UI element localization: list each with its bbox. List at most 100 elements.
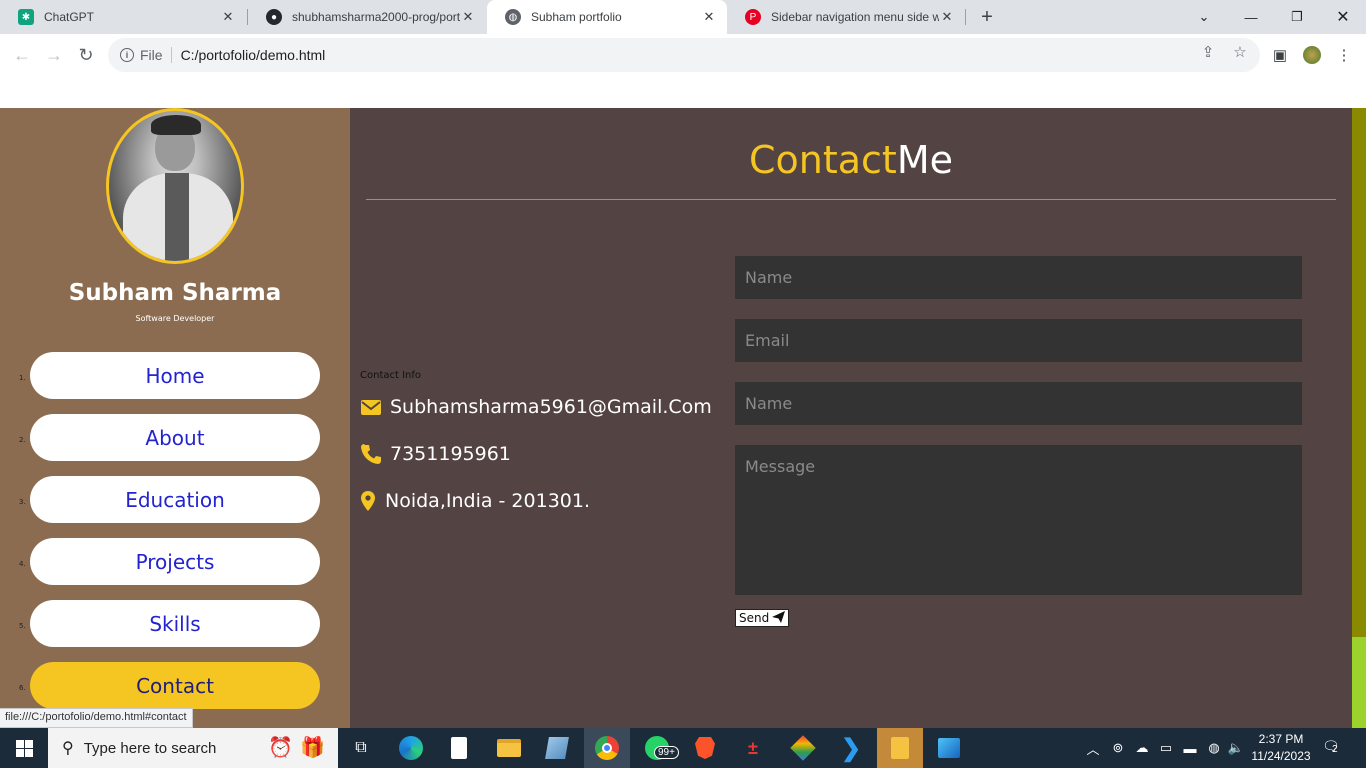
profile-avatar[interactable] bbox=[1302, 45, 1322, 65]
close-icon[interactable]: ✕ bbox=[939, 9, 955, 25]
taskbar-clock[interactable]: 2:37 PM 11/24/2023 bbox=[1248, 731, 1314, 765]
plus-minus-icon: ± bbox=[748, 737, 758, 758]
display-icon[interactable]: ▭ bbox=[1156, 728, 1176, 768]
taskbar-whatsapp[interactable]: 99+ bbox=[634, 728, 680, 768]
forward-button[interactable]: → bbox=[42, 43, 66, 67]
taskbar-git[interactable] bbox=[780, 728, 826, 768]
notification-count: 2 bbox=[1332, 744, 1338, 755]
email-input[interactable]: Email bbox=[735, 319, 1302, 362]
profile-photo bbox=[106, 108, 244, 264]
close-window-button[interactable]: ✕ bbox=[1320, 0, 1366, 34]
send-button[interactable]: Send bbox=[735, 609, 790, 627]
cloud-off-icon[interactable]: ☁ bbox=[1132, 728, 1152, 768]
share-icon[interactable]: ⇪ bbox=[1198, 42, 1218, 62]
nav-number: 3. bbox=[19, 498, 26, 506]
back-button[interactable]: ← bbox=[10, 43, 34, 67]
network-globe-icon[interactable]: ◍ bbox=[1204, 728, 1224, 768]
clock-date: 11/24/2023 bbox=[1251, 749, 1311, 763]
restore-button[interactable]: ❐ bbox=[1274, 0, 1320, 34]
taskbar-file-explorer[interactable] bbox=[486, 728, 532, 768]
taskbar-vscode[interactable]: ❯ bbox=[828, 728, 874, 768]
battery-icon[interactable]: ▬ bbox=[1180, 728, 1200, 768]
taskbar-app-active[interactable] bbox=[877, 728, 923, 768]
taskbar-photos[interactable] bbox=[926, 728, 972, 768]
meet-now-icon[interactable]: ⊚ bbox=[1108, 728, 1128, 768]
close-icon[interactable]: ✕ bbox=[220, 9, 236, 25]
url-text[interactable]: C:/portofolio/demo.html bbox=[181, 47, 326, 63]
tray-overflow-icon[interactable]: ︿ bbox=[1084, 728, 1102, 768]
close-icon[interactable]: ✕ bbox=[701, 9, 717, 25]
unread-badge: 99+ bbox=[654, 746, 679, 759]
info-icon[interactable]: i bbox=[120, 48, 134, 62]
tab-search-icon[interactable]: ⌄ bbox=[1181, 0, 1227, 34]
nav-link-education[interactable]: Education bbox=[30, 476, 320, 523]
taskbar-search[interactable]: ⚲ Type here to search ⏰ 🎁 bbox=[48, 728, 338, 768]
tab-subham-portfolio[interactable]: ◍ Subham portfolio ✕ bbox=[487, 0, 727, 34]
nav-link-about[interactable]: About bbox=[30, 414, 320, 461]
globe-icon: ◍ bbox=[505, 9, 521, 25]
tab-github[interactable]: ● shubhamsharma2000-prog/port ✕ bbox=[248, 0, 486, 34]
tab-pinterest[interactable]: P Sidebar navigation menu side w ✕ bbox=[727, 0, 965, 34]
envelope-icon bbox=[360, 396, 382, 418]
send-label: Send bbox=[739, 611, 770, 625]
page-title: ContactMe bbox=[350, 138, 1352, 182]
scrollbar-thumb[interactable] bbox=[1352, 637, 1366, 728]
new-tab-button[interactable]: + bbox=[975, 5, 999, 29]
menu-icon[interactable]: ⋮ bbox=[1334, 45, 1354, 65]
minimize-button[interactable]: — bbox=[1228, 0, 1274, 34]
taskbar-chrome[interactable] bbox=[584, 728, 630, 768]
vscode-icon: ❯ bbox=[840, 734, 862, 762]
github-icon: ● bbox=[266, 9, 282, 25]
start-button[interactable] bbox=[0, 728, 48, 768]
taskbar-edge[interactable] bbox=[388, 728, 434, 768]
nav-number: 1. bbox=[19, 374, 26, 382]
profile-role: Software Developer bbox=[135, 314, 215, 323]
message-textarea[interactable]: Message bbox=[735, 445, 1302, 595]
phone-icon bbox=[360, 443, 382, 465]
name-input[interactable]: Name bbox=[735, 256, 1302, 299]
taskbar-app-paper[interactable] bbox=[534, 728, 580, 768]
title-rest: Me bbox=[896, 138, 953, 182]
folder-icon bbox=[497, 739, 521, 757]
nav-link-projects[interactable]: Projects bbox=[30, 538, 320, 585]
nav-item-skills: 5. Skills bbox=[0, 600, 350, 647]
contact-email-row: Subhamsharma5961@Gmail.Com bbox=[360, 396, 712, 418]
subject-input[interactable]: Name bbox=[735, 382, 1302, 425]
tab-title: shubhamsharma2000-prog/port bbox=[292, 10, 460, 24]
alarm-clock-icon: ⏰ bbox=[268, 737, 293, 759]
notification-center-button[interactable]: 🗨 2 bbox=[1322, 738, 1344, 758]
close-icon[interactable]: ✕ bbox=[460, 9, 476, 25]
taskbar-brave[interactable] bbox=[682, 728, 728, 768]
nav-link-skills[interactable]: Skills bbox=[30, 600, 320, 647]
profile-name: Subham Sharma bbox=[68, 280, 282, 306]
contact-address: Noida,India - 201301. bbox=[385, 490, 590, 512]
nav-number: 2. bbox=[19, 436, 26, 444]
status-bar-url: file:///C:/portofolio/demo.html#contact bbox=[0, 708, 193, 728]
contact-email[interactable]: Subhamsharma5961@Gmail.Com bbox=[390, 396, 712, 418]
task-view-button[interactable]: ⧉ bbox=[338, 728, 384, 768]
taskbar-calculator[interactable]: ± bbox=[730, 728, 776, 768]
url-scheme: File bbox=[140, 47, 163, 63]
volume-icon[interactable]: 🔈 bbox=[1226, 728, 1246, 768]
search-icon: ⚲ bbox=[62, 740, 74, 757]
nav-item-projects: 4. Projects bbox=[0, 538, 350, 585]
page-scrollbar[interactable] bbox=[1352, 108, 1366, 728]
tab-chatgpt[interactable]: ✱ ChatGPT ✕ bbox=[0, 0, 246, 34]
windows-taskbar: ⚲ Type here to search ⏰ 🎁 ⧉ 99+ ± ❯ ︿ ⊚ … bbox=[0, 728, 1366, 768]
contact-phone[interactable]: 7351195961 bbox=[390, 443, 511, 465]
search-placeholder: Type here to search bbox=[83, 739, 217, 757]
reload-button[interactable]: ↻ bbox=[74, 43, 98, 67]
photo-shirt bbox=[165, 173, 189, 261]
app-icon bbox=[545, 737, 569, 759]
side-panel-icon[interactable]: ▣ bbox=[1270, 45, 1290, 65]
nav-link-contact[interactable]: Contact bbox=[30, 662, 320, 709]
windows-icon bbox=[15, 739, 33, 757]
nav-link-home[interactable]: Home bbox=[30, 352, 320, 399]
nav-number: 6. bbox=[19, 684, 26, 692]
address-bar[interactable]: i File C:/portofolio/demo.html bbox=[108, 38, 1260, 72]
taskbar-notepad[interactable] bbox=[436, 728, 482, 768]
edge-icon bbox=[399, 736, 423, 760]
bookmark-star-icon[interactable]: ☆ bbox=[1230, 42, 1250, 62]
nav-item-education: 3. Education bbox=[0, 476, 350, 523]
gift-icon: 🎁 bbox=[300, 737, 325, 759]
